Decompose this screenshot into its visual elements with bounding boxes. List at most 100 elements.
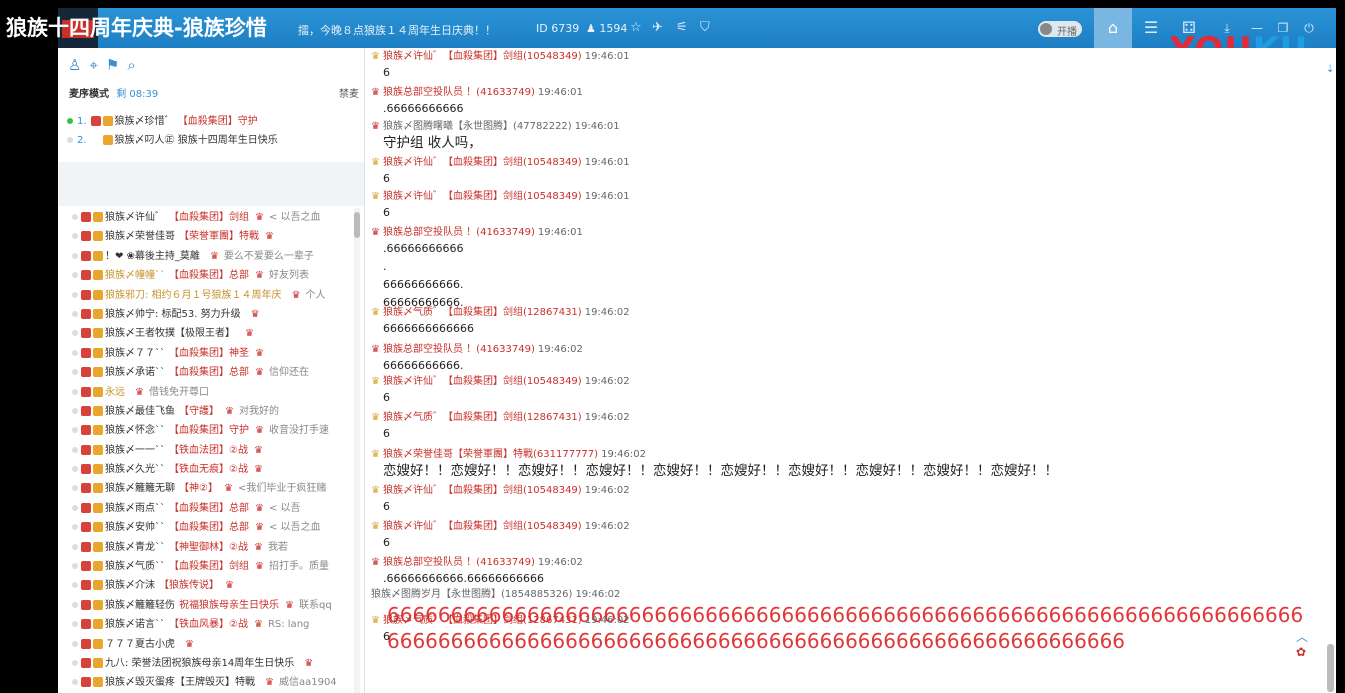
user-list-item[interactable]: 狼族〆７７`` 【血殺集团】神圣 ♛: [58, 344, 354, 363]
user-list-item[interactable]: 狼族〆承诺`` 【血殺集团】总部 ♛ 信仰还在: [58, 363, 354, 382]
crown-icon: ♛: [253, 444, 263, 456]
user-list-item[interactable]: 狼族〆安帅`` 【血殺集团】总部 ♛ < 以吾之血: [58, 518, 354, 537]
user-list-scrollbar[interactable]: [354, 208, 360, 693]
rank-badge: [93, 289, 103, 300]
user-list: 狼族〆许仙゛ 【血殺集团】剑组 ♛ < 以吾之血 狼族〆荣誉佳哥 【荣誉軍團】特戰 ♛ ！❤︎…: [58, 208, 354, 693]
user-list-item[interactable]: 狼族〆久光`` 【铁血无痕】②战 ♛: [58, 460, 354, 479]
chevron-up-icon[interactable]: ︿: [1296, 628, 1308, 645]
user-list-item[interactable]: 狼族〆籬籬无聊 【神②】 ♛ <我们毕业于疯狂赌: [58, 479, 354, 498]
user-name: 狼族〆荣誉佳哥: [105, 231, 175, 243]
crown-icon: ♛: [371, 376, 380, 387]
rank-badge: [93, 308, 103, 319]
user-list-item[interactable]: 狼族〆最佳飞鱼 【守護】 ♛ 对我好的: [58, 402, 354, 421]
sender-name[interactable]: 狼族〆气质゛【血殺集团】剑组(12867431): [383, 615, 582, 626]
rank-badge: [93, 638, 103, 649]
mic-queue-icon[interactable]: ⚑: [106, 56, 119, 74]
user-list-item[interactable]: ！❤︎ ❀幕後主持_莫離 ♛ 要么不爱要么一辈子: [58, 247, 354, 266]
mode-label: 麦序模式: [69, 89, 109, 100]
sender-name[interactable]: 狼族〆气质゛【血殺集团】剑组(12867431): [383, 307, 582, 318]
crown-icon: ♛: [371, 157, 380, 168]
vip-badge: [81, 270, 91, 281]
user-name: 狼族〆气质``: [105, 561, 165, 573]
user-list-item[interactable]: 狼族〆帅宁: 标配53. 努力升级 ♛: [58, 305, 354, 324]
sender-name[interactable]: 狼族〆图腾曙曦【永世图腾】(47782222): [383, 121, 572, 132]
sender-name[interactable]: 狼族〆气质゛【血殺集团】剑组(12867431): [383, 412, 582, 423]
sender-name[interactable]: 狼族〆许仙゛【血殺集团】剑组(10548349): [383, 485, 582, 496]
sender-name[interactable]: 狼族〆许仙゛【血殺集团】剑组(10548349): [383, 51, 582, 62]
rank-badge: [93, 599, 103, 610]
sender-name[interactable]: 狼族〆许仙゛【血殺集团】剑组(10548349): [383, 521, 582, 532]
user-list-item[interactable]: 九八: 荣誉法团祝狼族母亲14周年生日快乐 ♛: [58, 654, 354, 673]
share-icon[interactable]: ⚟: [676, 20, 688, 35]
user-list-item[interactable]: 狼族〆一一`` 【铁血法团】②战 ♛: [58, 441, 354, 460]
crown-icon: ♛: [225, 580, 234, 592]
message-text: 6: [383, 172, 390, 185]
crown-icon: ♛: [371, 557, 380, 568]
star-icon[interactable]: ☆: [630, 20, 642, 35]
user-list-item[interactable]: 狼族〆诺言`` 【铁血风暴】②战 ♛ RS: lang: [58, 615, 354, 634]
search-icon[interactable]: ⌕: [127, 56, 135, 74]
rank-badge: [93, 580, 103, 591]
sender-name[interactable]: 狼族〆许仙゛【血殺集团】剑组(10548349): [383, 191, 582, 202]
flower-icon[interactable]: ✿: [1296, 645, 1308, 659]
vip-badge: [81, 405, 91, 416]
sender-name[interactable]: 狼族总部空投队员 ！(41633749): [383, 227, 535, 238]
user-list-item[interactable]: 狼族〆介沫 【狼族传说】 ♛: [58, 576, 354, 595]
shield-icon[interactable]: ⛉: [700, 20, 710, 35]
user-tag: 【血殺集团】总部: [169, 270, 249, 282]
user-name: 狼族〆久光``: [105, 464, 165, 476]
message-time: 19:46:02: [584, 307, 630, 318]
sender-name[interactable]: 狼族〆许仙゛【血殺集团】剑组(10548349): [383, 157, 582, 168]
queue-item[interactable]: 2. 狼族〆叼人㊣ 狼族十四周年生日快乐: [67, 131, 357, 150]
user-list-item[interactable]: 狼族〆青龙`` 【神聖御林】②战 ♛ 我若: [58, 538, 354, 557]
user-list-item[interactable]: 狼族邪刀: 相约６月１号狼族１４周年庆 ♛ 个人: [58, 286, 354, 305]
location-icon[interactable]: ⌖: [89, 56, 97, 74]
vip-badge: [81, 599, 91, 610]
user-list-item[interactable]: 狼族〆雨点`` 【血殺集团】总部 ♛ < 以吾: [58, 499, 354, 518]
sender-name[interactable]: 狼族总部空投队员 ！(41633749): [383, 557, 535, 568]
message-time: 19:46:02: [537, 344, 583, 355]
user-list-item[interactable]: 狼族〆许仙゛ 【血殺集团】剑组 ♛ < 以吾之血: [58, 208, 354, 227]
user-signature: < 以吾: [268, 502, 301, 514]
user-tag: 【血殺集团】神圣: [169, 347, 249, 359]
ban-mic-button[interactable]: 禁麦: [339, 85, 359, 100]
sender-name[interactable]: 狼族总部空投队员 ！(41633749): [383, 87, 535, 98]
crown-icon: ♛: [371, 87, 380, 98]
user-list-item[interactable]: 永远 ♛ 借钱免开尊口: [58, 383, 354, 402]
message-text: .66666666666.66666666666: [383, 572, 544, 585]
rank-badge: [93, 328, 103, 339]
user-list-item[interactable]: 狼族〆怀念`` 【血殺集团】守护 ♛ 收音没打手速: [58, 421, 354, 440]
sender-name[interactable]: 狼族〆荣誉佳哥【荣誉軍團】特戰(631177777): [383, 449, 598, 460]
crown-icon: ♛: [371, 615, 380, 626]
list-icon[interactable]: ☰: [1132, 8, 1170, 48]
crown-icon: ♛: [255, 502, 264, 514]
live-toggle[interactable]: 开播: [1038, 21, 1082, 38]
queue-item[interactable]: 1. 狼族〆珍惜゛ 【血殺集团】守护: [67, 112, 357, 131]
rank-badge: [93, 483, 103, 494]
mic-timer: 剩 08:39: [116, 89, 159, 100]
user-list-item[interactable]: 狼族〆气质`` 【血殺集团】剑组 ♛ 招打手。质量: [58, 557, 354, 576]
user-list-item[interactable]: 狼族〆荣誉佳哥 【荣誉軍團】特戰 ♛: [58, 227, 354, 246]
sender-name[interactable]: 狼族〆图腾岁月【永世图腾】(1854885326): [371, 589, 572, 600]
sender-name[interactable]: 狼族总部空投队员 ！(41633749): [383, 344, 535, 355]
vip-badge: [81, 502, 91, 513]
user-list-item[interactable]: 狼族〆王者牧撲【极限王者】 ♛: [58, 324, 354, 343]
crown-icon: ♛: [255, 270, 264, 282]
vip-badge: [81, 541, 91, 552]
user-name: 狼族〆７７``: [105, 347, 165, 359]
sender-name[interactable]: 狼族〆许仙゛【血殺集团】剑组(10548349): [383, 376, 582, 387]
user-signature: 个人: [305, 289, 326, 301]
plane-icon[interactable]: ✈: [652, 20, 663, 35]
user-list-item[interactable]: 狼族〆籬籬轻伤 祝福狼族母亲生日快乐 ♛ 联系qq: [58, 596, 354, 615]
user-icon[interactable]: ♙: [68, 56, 81, 74]
user-signature: 好友列表: [268, 270, 309, 282]
user-list-item[interactable]: 狼族〆毁灭蛋疼【王牌毁灭】特戰 ♛ 威信aa1904: [58, 673, 354, 692]
home-icon[interactable]: ⌂: [1094, 8, 1132, 48]
chat-scrollbar[interactable]: ⇣: [1326, 48, 1336, 693]
user-tag: 【铁血法团】②战: [169, 444, 248, 456]
scroll-down-icon[interactable]: ⇣: [1326, 64, 1334, 75]
user-name: 狼族〆最佳飞鱼: [105, 405, 175, 417]
user-list-item[interactable]: 狼族〆幢幢`` 【血殺集团】总部 ♛ 好友列表: [58, 266, 354, 285]
user-list-item[interactable]: ７７７夏古小虎 ♛: [58, 635, 354, 654]
crown-icon: ♛: [371, 521, 380, 532]
